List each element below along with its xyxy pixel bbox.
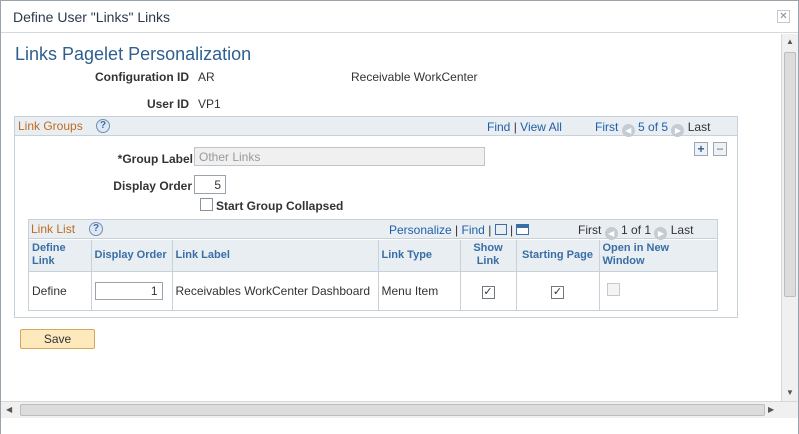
find-link[interactable]: Find bbox=[462, 223, 485, 237]
start-collapsed-label: Start Group Collapsed bbox=[216, 199, 344, 213]
add-row-icon[interactable]: + bbox=[694, 142, 708, 156]
scroll-up-icon[interactable]: ▲ bbox=[786, 37, 794, 46]
separator: | bbox=[455, 223, 459, 237]
scroll-right-icon[interactable]: ▶ bbox=[768, 405, 774, 414]
column-starting-page: Starting Page bbox=[516, 240, 600, 272]
view-all-link[interactable]: View All bbox=[520, 120, 562, 134]
link-list-title: Link List bbox=[31, 222, 76, 236]
user-id-label: User ID bbox=[146, 97, 189, 111]
separator: | bbox=[513, 120, 517, 134]
config-id-label: Configuration ID bbox=[95, 70, 189, 84]
display-order-cell: 1 bbox=[91, 271, 173, 311]
link-type-cell: Menu Item bbox=[378, 271, 461, 311]
help-icon[interactable]: ? bbox=[89, 222, 103, 236]
link-groups-title: Link Groups bbox=[18, 119, 83, 133]
scroll-down-icon[interactable]: ▼ bbox=[786, 388, 794, 397]
link-list-table: Define Link Display Order Link Label Lin… bbox=[29, 240, 717, 311]
row-display-order-input[interactable]: 1 bbox=[94, 282, 163, 301]
column-define-link: Define Link bbox=[29, 240, 92, 272]
link-label-cell: Receivables WorkCenter Dashboard bbox=[172, 271, 379, 311]
dialog-title: Define User "Links" Links bbox=[13, 9, 171, 25]
row-count: 5 of 5 bbox=[638, 120, 669, 134]
dialog-footer bbox=[1, 418, 798, 434]
vertical-scroll-thumb[interactable] bbox=[784, 52, 796, 297]
first-link[interactable]: First bbox=[595, 120, 618, 134]
show-link-cell: ✓ bbox=[460, 271, 517, 311]
show-link-checkbox[interactable]: ✓ bbox=[481, 285, 495, 299]
link-list-pager: First ◀ 1 of 1 ▶ Last bbox=[578, 223, 693, 240]
new-window-icon[interactable] bbox=[494, 224, 507, 235]
spreadsheet-icon[interactable] bbox=[516, 224, 530, 235]
next-icon[interactable]: ▶ bbox=[654, 227, 668, 240]
dialog-content: Links Pagelet Personalization Configurat… bbox=[1, 34, 781, 401]
horizontal-scrollbar[interactable]: ◀ ▶ bbox=[1, 401, 798, 418]
link-list-header: Link List ? Personalize | Find | | First… bbox=[29, 220, 717, 240]
scroll-left-icon[interactable]: ◀ bbox=[6, 405, 12, 414]
close-icon[interactable]: ✕ bbox=[777, 10, 790, 23]
last-link[interactable]: Last bbox=[671, 223, 694, 237]
horizontal-scroll-thumb[interactable] bbox=[20, 404, 765, 416]
delete-row-icon[interactable]: − bbox=[713, 142, 727, 156]
dialog-window: Define User "Links" Links ✕ Links Pagele… bbox=[0, 0, 799, 434]
vertical-scrollbar[interactable]: ▲ ▼ bbox=[781, 34, 798, 401]
column-link-type: Link Type bbox=[378, 240, 461, 272]
save-button[interactable]: Save bbox=[20, 329, 95, 349]
dialog-titlebar: Define User "Links" Links ✕ bbox=[1, 1, 798, 33]
open-new-window-cell bbox=[599, 271, 717, 311]
user-id-value: VP1 bbox=[198, 97, 221, 111]
link-groups-pager: First ◀ 5 of 5 ▶ Last bbox=[595, 120, 710, 137]
column-link-label: Link Label bbox=[172, 240, 379, 272]
open-new-window-checkbox[interactable] bbox=[606, 283, 620, 297]
previous-icon[interactable]: ◀ bbox=[604, 227, 618, 240]
display-order-label: Display Order bbox=[113, 179, 192, 193]
table-row: Define 1 Receivables WorkCenter Dashboar… bbox=[29, 271, 717, 311]
link-groups-nav: Find | View All bbox=[487, 120, 562, 134]
column-display-order: Display Order bbox=[91, 240, 173, 272]
config-id-value: AR bbox=[198, 70, 215, 84]
column-open-new-window: Open in New Window bbox=[599, 240, 717, 272]
help-icon[interactable]: ? bbox=[96, 119, 110, 133]
find-link[interactable]: Find bbox=[487, 120, 510, 134]
row-count: 1 of 1 bbox=[621, 223, 652, 237]
previous-icon[interactable]: ◀ bbox=[621, 124, 635, 137]
first-link[interactable]: First bbox=[578, 223, 601, 237]
link-list-tools: Personalize | Find | | bbox=[389, 223, 530, 237]
link-groups-header: Link Groups ? Find | View All First ◀ 5 … bbox=[15, 117, 737, 137]
last-link[interactable]: Last bbox=[688, 120, 711, 134]
starting-page-checkbox[interactable]: ✓ bbox=[551, 285, 564, 299]
separator: | bbox=[488, 223, 492, 237]
separator: | bbox=[510, 223, 514, 237]
next-icon[interactable]: ▶ bbox=[671, 124, 685, 137]
config-description: Receivable WorkCenter bbox=[351, 70, 478, 84]
group-label-label: *Group Label bbox=[117, 152, 193, 166]
personalize-link[interactable]: Personalize bbox=[389, 223, 452, 237]
start-collapsed-checkbox[interactable] bbox=[200, 198, 213, 211]
column-show-link: Show Link bbox=[460, 240, 517, 272]
display-order-input[interactable]: 5 bbox=[194, 175, 226, 194]
page-title: Links Pagelet Personalization bbox=[15, 44, 252, 64]
define-link[interactable]: Define bbox=[29, 271, 92, 311]
starting-page-cell: ✓ bbox=[516, 271, 600, 311]
group-label-input[interactable]: Other Links bbox=[194, 147, 485, 166]
